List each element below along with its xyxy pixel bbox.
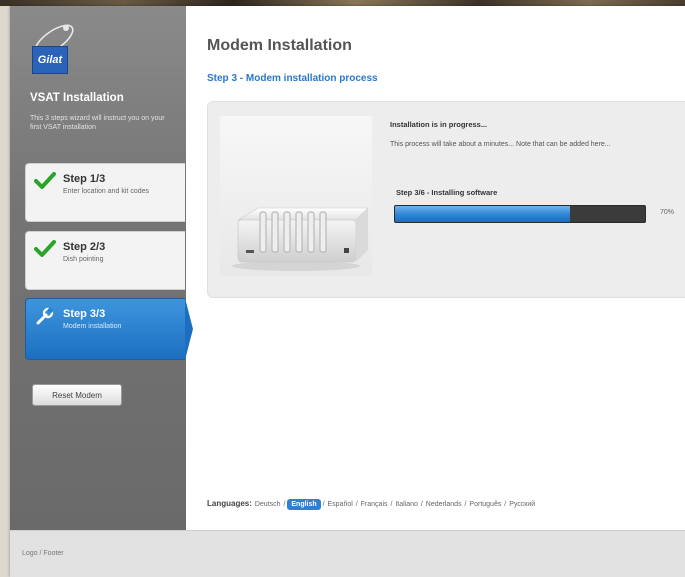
language-option[interactable]: Español [327,501,354,508]
language-selector: Languages: Deutsch / English / Español /… [207,499,685,510]
wizard-window: Gilat VSAT Installation This 3 steps wiz… [10,6,685,577]
wrench-icon [36,307,54,325]
progress-percent: 70% [660,209,675,216]
sidebar: Gilat VSAT Installation This 3 steps wiz… [10,6,186,530]
language-option[interactable]: Português [468,501,502,508]
modem-image [220,116,372,276]
language-option[interactable]: English [287,499,321,510]
status-title: Installation is in progress... [390,120,488,129]
status-description: This process will take about a minutes..… [390,141,611,148]
progress-label: Step 3/6 - Installing software [396,188,498,197]
language-option[interactable]: Deutsch [254,501,282,508]
installation-panel: Installation is in progress... This proc… [207,101,685,298]
brand-logo: Gilat [30,18,90,80]
footer-text: Logo / Footer [22,550,64,557]
language-separator: / [418,501,425,508]
checkmark-icon [34,172,56,189]
modem-device-icon [232,207,369,271]
step-title: Step 2/3 [63,241,106,253]
step-title: Step 1/3 [63,173,106,185]
footer: Logo / Footer [10,530,685,577]
active-step-pointer [185,298,193,360]
language-option[interactable]: Nederlands [425,501,463,508]
reset-modem-button[interactable]: Reset Modem [32,384,122,406]
sidebar-description: This 3 steps wizard will instruct you on… [30,115,165,131]
step-description: Modem installation [63,323,122,330]
page-title: Modem Installation [207,37,352,54]
progress-fill [395,206,570,222]
step-title: Step 3/3 [63,308,106,320]
step-item-2[interactable]: Step 2/3 Dish pointing [25,231,185,290]
step-description: Enter location and kit codes [63,188,149,195]
logo-text: Gilat [32,46,68,74]
language-separator: / [320,501,327,508]
step-item-3-active[interactable]: Step 3/3 Modem installation [25,298,185,360]
sidebar-title: VSAT Installation [30,92,124,104]
checkmark-icon [34,240,56,257]
language-option[interactable]: Italiano [394,501,419,508]
language-separator: / [353,501,360,508]
step-description: Dish pointing [63,256,104,263]
step-subtitle: Step 3 - Modem installation process [207,73,378,84]
language-list: Deutsch / English / Español / Français /… [254,499,536,510]
step-item-1[interactable]: Step 1/3 Enter location and kit codes [25,163,185,222]
language-option[interactable]: Русский [508,501,536,508]
progress-bar [394,205,646,223]
language-option[interactable]: Français [360,501,389,508]
languages-label: Languages: [207,499,252,508]
